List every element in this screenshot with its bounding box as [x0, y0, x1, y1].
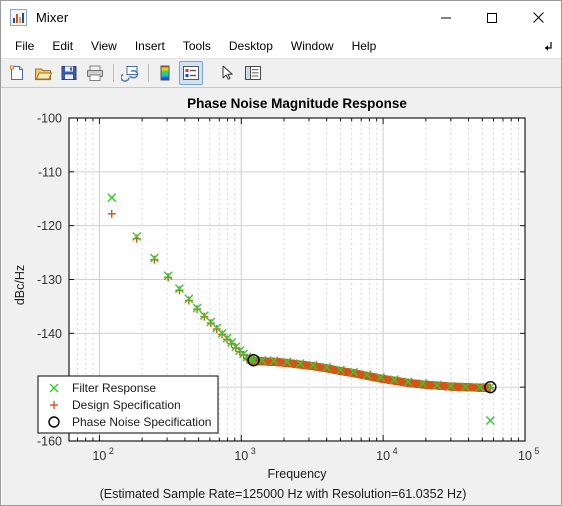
svg-text:10: 10 [92, 449, 106, 463]
open-file-icon[interactable] [31, 61, 55, 85]
colorbar-icon[interactable] [153, 61, 177, 85]
svg-text:10: 10 [234, 449, 248, 463]
link-plot-icon[interactable] [118, 61, 142, 85]
menu-view[interactable]: View [83, 36, 125, 56]
svg-text:3: 3 [251, 446, 256, 456]
cursor-icon[interactable] [215, 61, 239, 85]
maximize-button[interactable] [469, 1, 515, 34]
new-figure-icon[interactable] [5, 61, 29, 85]
plot-legend[interactable]: Filter Response Design Specification Phase… [37, 375, 219, 434]
minimize-button[interactable] [423, 1, 469, 34]
y-tick-label: -130 [37, 273, 62, 287]
toolbar-separator [113, 64, 114, 82]
toolbar-separator [148, 64, 149, 82]
y-tick-label: -160 [37, 435, 62, 449]
y-tick-label: -100 [37, 112, 62, 126]
svg-text:5: 5 [534, 446, 539, 456]
svg-text:10: 10 [376, 449, 390, 463]
svg-text:4: 4 [393, 446, 398, 456]
menu-help[interactable]: Help [344, 36, 385, 56]
menu-insert[interactable]: Insert [127, 36, 173, 56]
menu-bar: File Edit View Insert Tools Desktop Wind… [1, 34, 561, 59]
svg-text:2: 2 [109, 446, 114, 456]
save-figure-icon[interactable] [57, 61, 81, 85]
plot-title: Phase Noise Magnitude Response [187, 96, 407, 111]
title-bar: Mixer [1, 1, 561, 34]
y-tick-label: -120 [37, 219, 62, 233]
legend-label: Phase Noise Specification [72, 415, 211, 429]
property-inspector-icon[interactable] [241, 61, 265, 85]
figure-canvas: -100-110-120-130-140-150-160 10210310410… [2, 88, 562, 506]
menu-desktop[interactable]: Desktop [221, 36, 281, 56]
window-title: Mixer [36, 10, 69, 25]
y-axis-label: dBc/Hz [13, 265, 27, 305]
close-button[interactable] [515, 1, 561, 34]
menu-edit[interactable]: Edit [44, 36, 81, 56]
figure-toolbar [1, 59, 561, 88]
x-axis-label: Frequency [267, 467, 327, 481]
figure-window: Mixer File Edit View Insert Tools Deskto… [0, 0, 562, 506]
legend-label: Filter Response [72, 381, 156, 395]
svg-text:10: 10 [518, 449, 532, 463]
print-figure-icon[interactable] [83, 61, 107, 85]
undock-arrow-icon[interactable] [539, 38, 555, 54]
menu-window[interactable]: Window [283, 36, 342, 56]
x-axis-sublabel: (Estimated Sample Rate=125000 Hz with Re… [100, 487, 467, 501]
menu-file[interactable]: File [7, 36, 42, 56]
legend-label: Design Specification [72, 398, 181, 412]
y-tick-label: -110 [38, 165, 62, 179]
menu-tools[interactable]: Tools [175, 36, 219, 56]
y-tick-label: -140 [37, 327, 62, 341]
matlab-figure-icon [10, 9, 27, 26]
window-controls [423, 1, 561, 34]
phase-noise-plot[interactable]: -100-110-120-130-140-150-160 10210310410… [2, 88, 562, 506]
legend-icon[interactable] [179, 61, 203, 85]
